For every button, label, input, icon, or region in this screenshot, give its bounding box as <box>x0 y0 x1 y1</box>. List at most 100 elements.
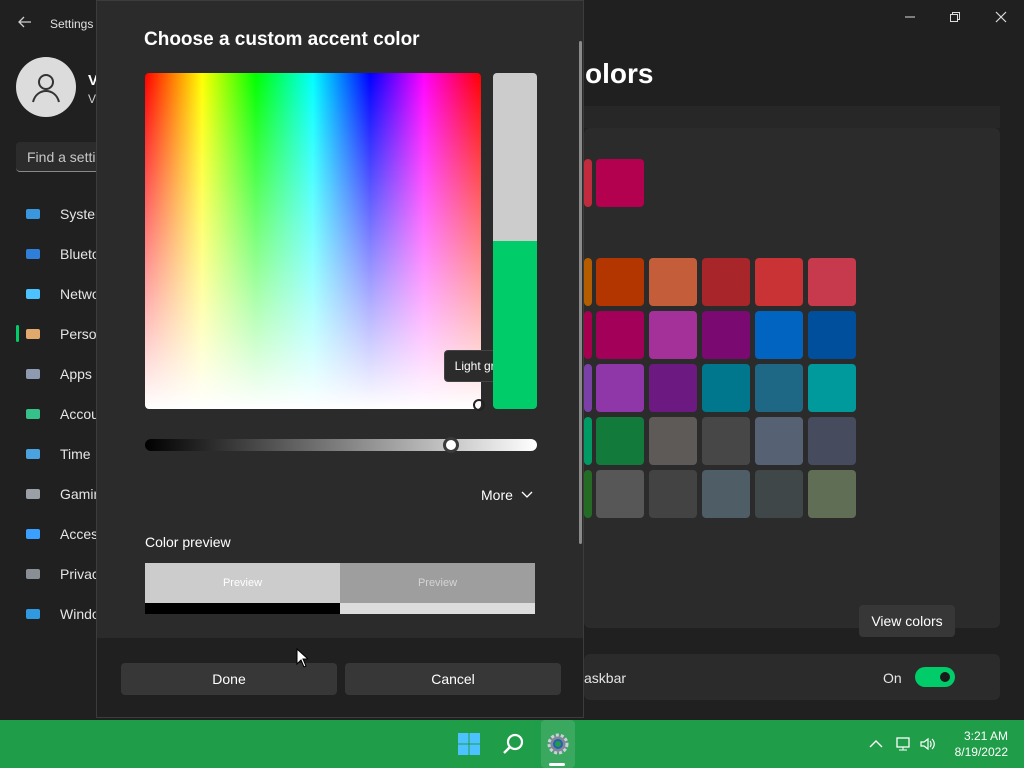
recent-color-swatch[interactable] <box>596 159 644 207</box>
close-icon <box>995 11 1007 23</box>
gaming-icon <box>24 485 42 503</box>
clock-date[interactable]: 8/19/2022 <box>948 745 1008 759</box>
user-email: V <box>88 92 97 106</box>
volume-button[interactable] <box>918 734 938 754</box>
windows-taskbar: 3:21 AM 8/19/2022 <box>0 720 1024 768</box>
recent-color-swatch[interactable] <box>584 159 592 207</box>
color-swatch[interactable] <box>808 311 856 359</box>
preview-dark-strip <box>145 603 340 614</box>
color-swatch[interactable] <box>808 417 856 465</box>
network-icon <box>24 285 42 303</box>
show-hidden-icons-button[interactable] <box>866 734 886 754</box>
color-swatch[interactable] <box>584 470 592 518</box>
network-status-button[interactable] <box>894 734 914 754</box>
network-icon <box>896 737 910 751</box>
color-swatch[interactable] <box>755 258 803 306</box>
color-swatch[interactable] <box>702 311 750 359</box>
chevron-up-icon <box>869 740 883 748</box>
sidebar-item-accounts[interactable]: Accou <box>24 397 104 431</box>
toggle-state-label: On <box>883 670 902 686</box>
cancel-button[interactable]: Cancel <box>345 663 561 695</box>
color-swatch[interactable] <box>755 417 803 465</box>
color-swatch[interactable] <box>649 311 697 359</box>
new-color-swatch <box>493 73 537 241</box>
close-button[interactable] <box>986 6 1016 28</box>
spectrum-thumb[interactable] <box>473 399 485 411</box>
taskbar-settings-app[interactable] <box>542 728 574 760</box>
color-swatch[interactable] <box>596 364 644 412</box>
dialog-scrollbar[interactable] <box>579 41 582 544</box>
brightness-slider[interactable] <box>145 439 537 451</box>
windows-start-icon <box>458 733 480 755</box>
color-spectrum[interactable] <box>145 73 481 409</box>
clock-time[interactable]: 3:21 AM <box>948 729 1008 743</box>
minimize-icon <box>905 16 915 18</box>
windows-update-icon <box>24 605 42 623</box>
color-swatch[interactable] <box>584 311 592 359</box>
color-swatch[interactable] <box>702 417 750 465</box>
start-button[interactable] <box>453 728 485 760</box>
settings-gear-icon <box>547 733 569 755</box>
taskbar-accent-label: askbar <box>584 670 627 686</box>
sidebar-item-gaming[interactable]: Gamin <box>24 477 104 511</box>
color-swatch[interactable] <box>584 364 592 412</box>
sidebar-item-apps[interactable]: Apps <box>24 357 104 391</box>
volume-icon <box>920 737 935 751</box>
back-arrow-icon[interactable] <box>16 13 34 31</box>
color-swatch[interactable] <box>596 311 644 359</box>
custom-accent-dialog: Choose a custom accent color Light gray … <box>96 0 584 718</box>
color-swatch[interactable] <box>702 364 750 412</box>
color-swatch[interactable] <box>808 364 856 412</box>
taskbar-search-button[interactable] <box>497 728 529 760</box>
color-swatch[interactable] <box>584 258 592 306</box>
color-swatch[interactable] <box>808 470 856 518</box>
color-swatch[interactable] <box>755 470 803 518</box>
brightness-slider-thumb[interactable] <box>442 437 459 453</box>
search-placeholder: Find a setti <box>27 149 96 165</box>
active-app-indicator <box>549 763 565 766</box>
color-swatch[interactable] <box>755 364 803 412</box>
restore-button[interactable] <box>940 6 970 28</box>
color-swatch[interactable] <box>596 258 644 306</box>
color-swatch[interactable] <box>649 258 697 306</box>
sidebar-item-bluetooth[interactable]: Blueto <box>24 237 104 271</box>
previous-color-swatch <box>493 241 537 409</box>
sidebar-item-system[interactable]: Syster <box>24 197 104 231</box>
sidebar-item-windows-update[interactable]: Windo <box>24 597 104 631</box>
sidebar-item-network[interactable]: Netwo <box>24 277 104 311</box>
avatar[interactable] <box>16 57 76 117</box>
sidebar-item-personalization[interactable]: Perso <box>24 317 104 351</box>
taskbar-accent-toggle[interactable] <box>915 667 955 687</box>
more-button[interactable]: More <box>481 485 533 505</box>
sidebar-item-label: Syster <box>60 206 100 222</box>
preview-light-strip <box>340 603 535 614</box>
sidebar-item-time[interactable]: Time <box>24 437 104 471</box>
minimize-button[interactable] <box>895 6 925 28</box>
view-colors-button[interactable]: View colors <box>859 605 955 637</box>
privacy-icon <box>24 565 42 583</box>
sidebar-item-label: Blueto <box>60 246 100 262</box>
color-swatch[interactable] <box>596 470 644 518</box>
color-swatch[interactable] <box>808 258 856 306</box>
color-swatch[interactable] <box>649 364 697 412</box>
color-swatch[interactable] <box>649 470 697 518</box>
sidebar-item-label: Perso <box>60 326 97 342</box>
color-swatch[interactable] <box>702 258 750 306</box>
sidebar-item-label: Windo <box>60 606 100 622</box>
accessibility-icon <box>24 525 42 543</box>
sidebar-item-label: Apps <box>60 366 92 382</box>
color-swatch[interactable] <box>702 470 750 518</box>
panel-header-strip <box>584 106 1000 128</box>
sidebar-item-label: Acces <box>60 526 99 542</box>
page-title: olors <box>585 58 654 89</box>
window-title: Settings <box>50 17 94 31</box>
color-swatch[interactable] <box>649 417 697 465</box>
color-swatch[interactable] <box>584 417 592 465</box>
sidebar-item-accessibility[interactable]: Acces <box>24 517 104 551</box>
color-preview-label: Color preview <box>145 534 231 550</box>
color-swatch[interactable] <box>596 417 644 465</box>
color-swatch[interactable] <box>755 311 803 359</box>
sidebar-item-label: Accou <box>60 406 99 422</box>
sidebar-item-privacy[interactable]: Privac <box>24 557 104 591</box>
chevron-down-icon <box>521 491 533 498</box>
